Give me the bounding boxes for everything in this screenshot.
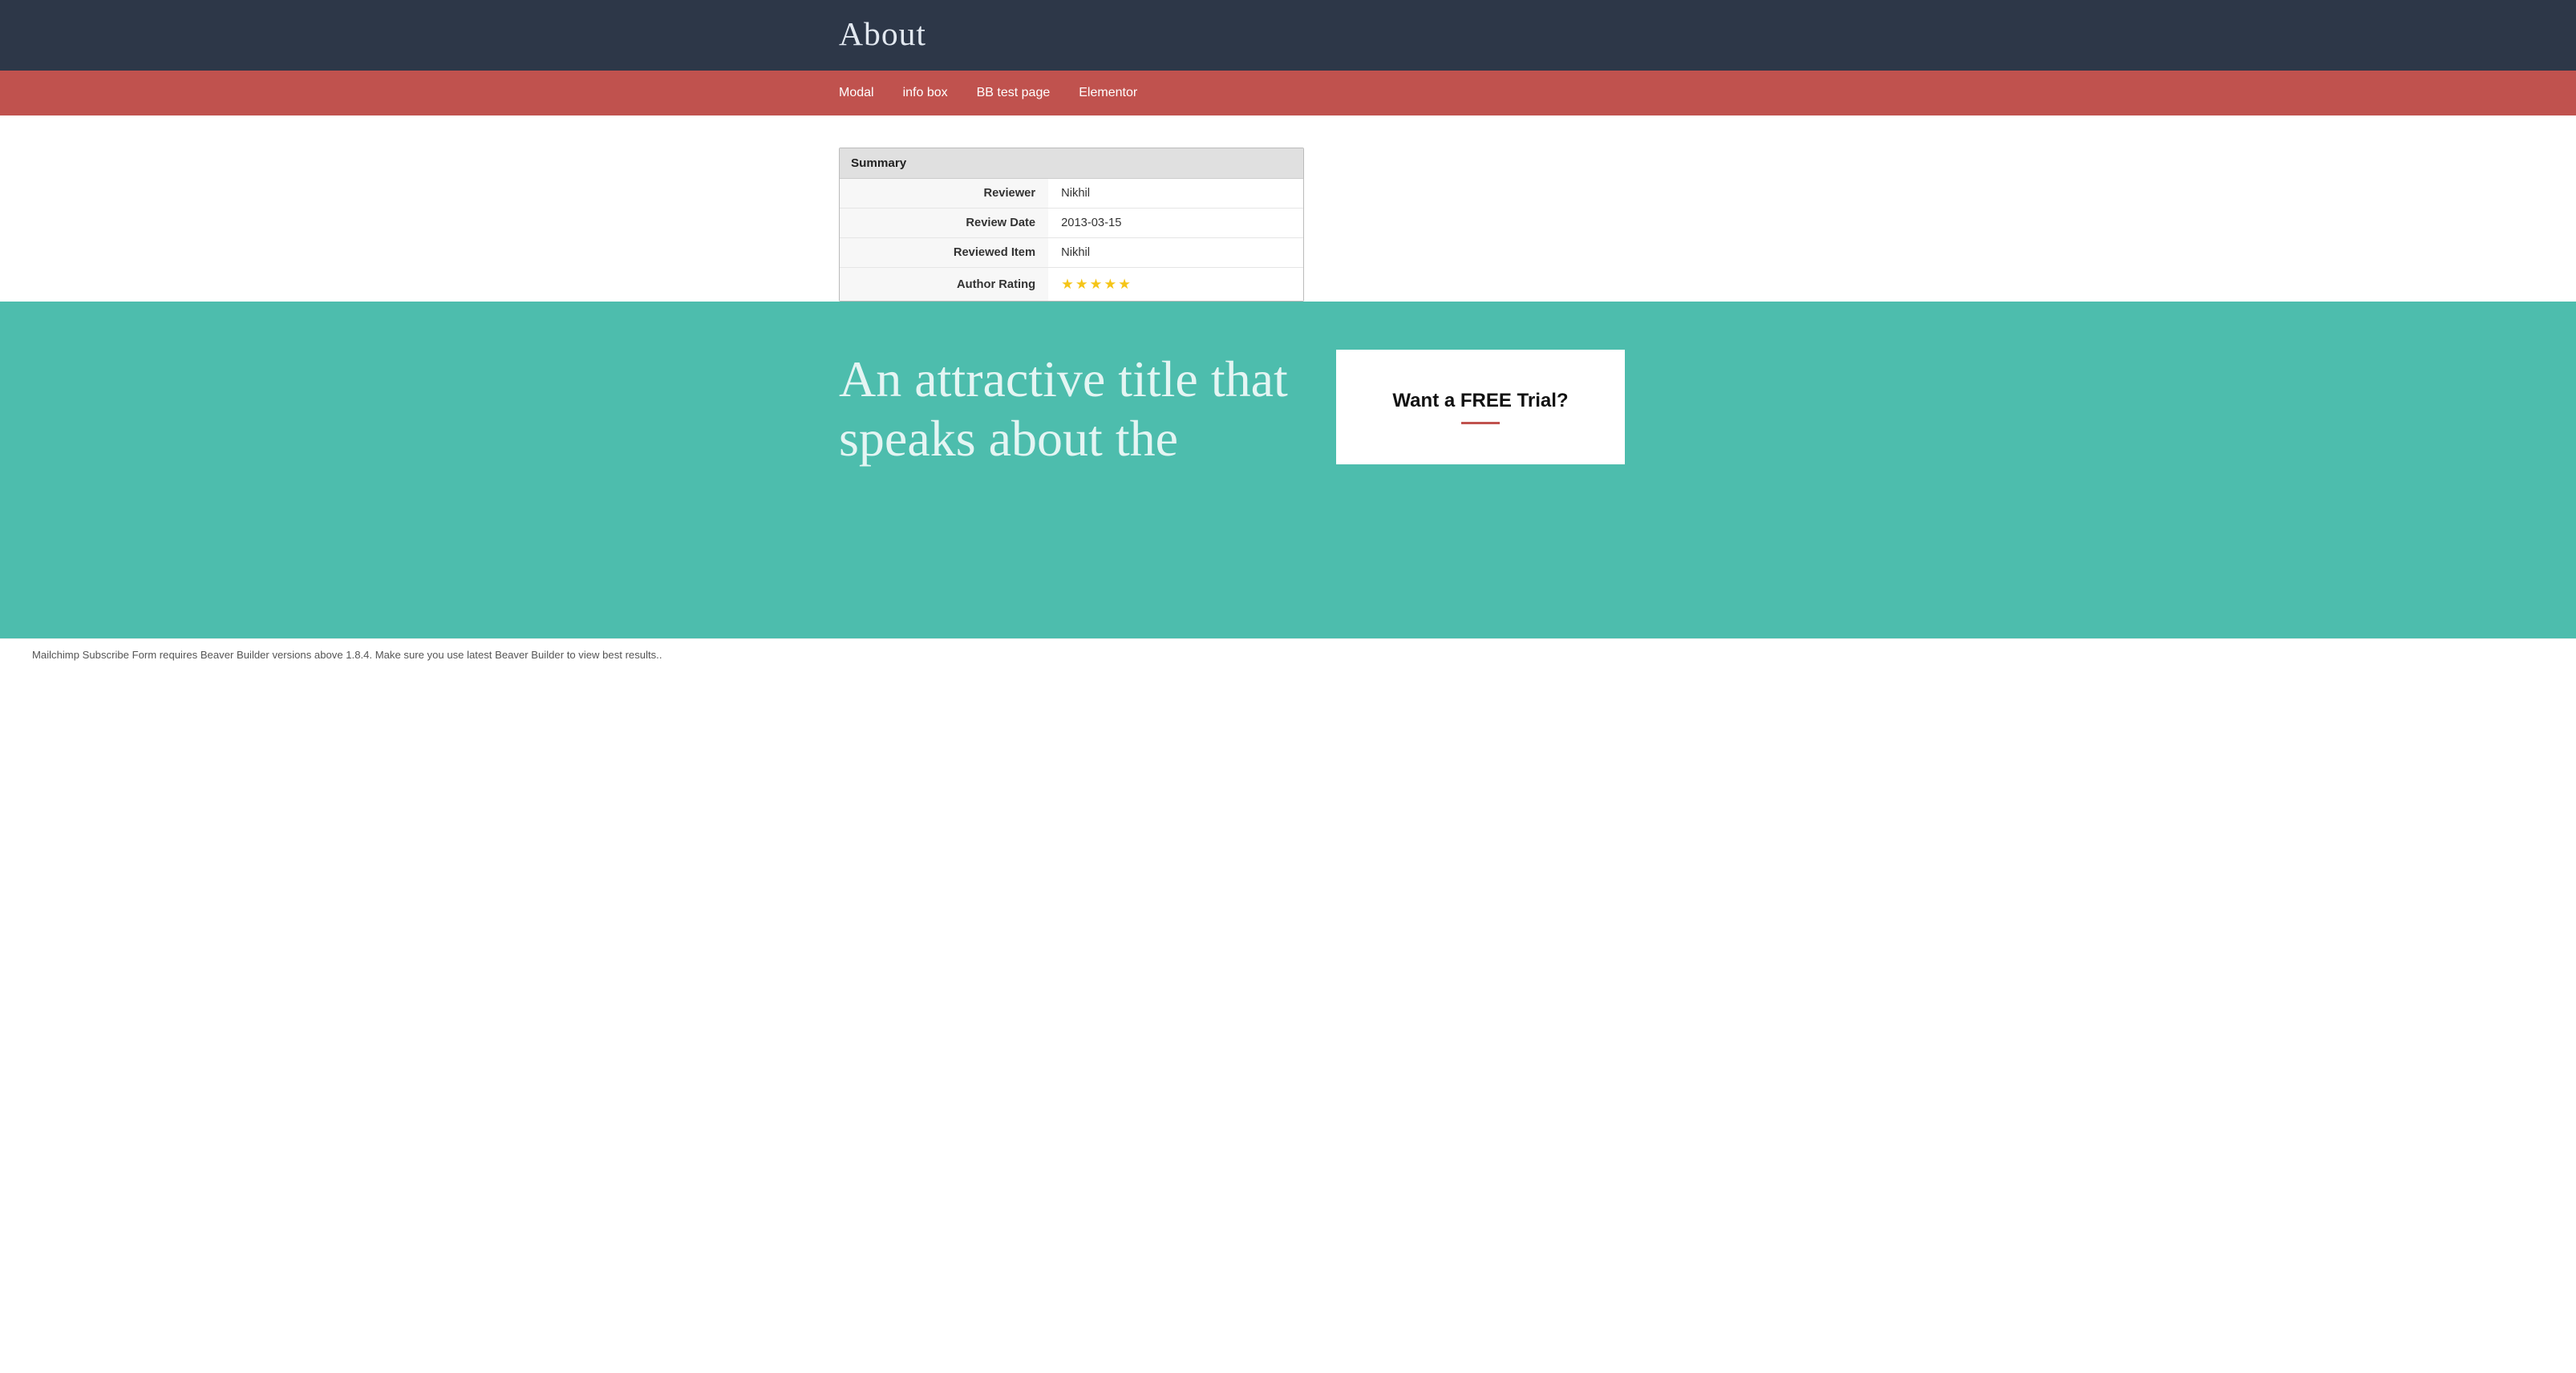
- main-content: Summary ReviewerNikhilReview Date2013-03…: [807, 115, 1769, 302]
- summary-row: ReviewerNikhil: [840, 179, 1303, 209]
- page-header: About: [0, 0, 2576, 71]
- summary-cell-value: ★★★★★: [1048, 268, 1303, 302]
- footer-notice: Mailchimp Subscribe Form requires Beaver…: [0, 638, 2576, 670]
- summary-row: Author Rating★★★★★: [840, 268, 1303, 302]
- summary-header: Summary: [840, 148, 1303, 179]
- summary-cell-label: Reviewed Item: [840, 238, 1048, 268]
- summary-cell-label: Reviewer: [840, 179, 1048, 209]
- author-rating-stars: ★★★★★: [1061, 276, 1131, 293]
- star-icon: ★: [1075, 276, 1088, 293]
- teal-title: An attractive title that speaks about th…: [839, 350, 1288, 468]
- main-navbar: Modal info box BB test page Elementor: [0, 71, 2576, 115]
- nav-item-modal[interactable]: Modal: [839, 73, 874, 113]
- page-title: About: [839, 14, 1737, 53]
- nav-item-bbtest[interactable]: BB test page: [977, 73, 1051, 113]
- star-icon: ★: [1104, 276, 1116, 293]
- navbar-inner: Modal info box BB test page Elementor: [807, 73, 1769, 113]
- teal-section: An attractive title that speaks about th…: [0, 302, 2576, 638]
- summary-row: Review Date2013-03-15: [840, 209, 1303, 238]
- free-trial-box: Want a FREE Trial?: [1336, 350, 1625, 464]
- teal-inner: An attractive title that speaks about th…: [807, 350, 1769, 468]
- summary-table: ReviewerNikhilReview Date2013-03-15Revie…: [840, 179, 1303, 301]
- star-icon: ★: [1090, 276, 1103, 293]
- summary-table-wrapper: Summary ReviewerNikhilReview Date2013-03…: [839, 148, 1304, 302]
- nav-item-elementor[interactable]: Elementor: [1079, 73, 1137, 113]
- summary-cell-value: 2013-03-15: [1048, 209, 1303, 238]
- star-icon: ★: [1118, 276, 1131, 293]
- summary-cell-value: Nikhil: [1048, 238, 1303, 268]
- summary-cell-label: Review Date: [840, 209, 1048, 238]
- summary-row: Reviewed ItemNikhil: [840, 238, 1303, 268]
- free-trial-divider: [1461, 422, 1500, 424]
- free-trial-title: Want a FREE Trial?: [1392, 390, 1568, 412]
- nav-item-infobox[interactable]: info box: [903, 73, 948, 113]
- summary-cell-value: Nikhil: [1048, 179, 1303, 209]
- star-icon: ★: [1061, 276, 1074, 293]
- summary-cell-label: Author Rating: [840, 268, 1048, 302]
